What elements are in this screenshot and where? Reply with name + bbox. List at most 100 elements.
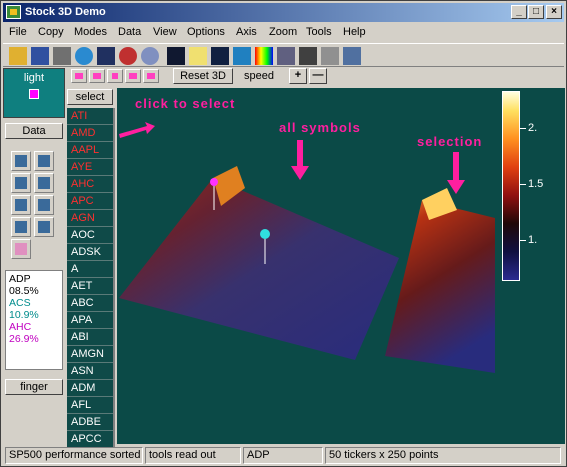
view-mode-1-icon[interactable] [11, 151, 31, 171]
finger-button[interactable]: finger [5, 379, 63, 395]
3d-view[interactable]: click to select all symbols selection 2.… [117, 88, 565, 444]
open-icon[interactable] [9, 47, 27, 65]
selection-surface[interactable] [385, 200, 495, 373]
symbol-list-item[interactable]: ASN [67, 363, 113, 380]
last-frame-icon[interactable] [143, 69, 159, 83]
data-button[interactable]: Data [5, 123, 63, 139]
menu-options[interactable]: Options [187, 26, 225, 38]
arrow-all-symbols [291, 140, 309, 180]
symbol-list-item[interactable]: AAPL [67, 142, 113, 159]
status-size: 50 tickers x 250 points [325, 447, 561, 464]
table-icon[interactable] [343, 47, 361, 65]
first-frame-icon[interactable] [71, 69, 87, 83]
view-mode-7-icon[interactable] [11, 217, 31, 237]
light-panel[interactable]: light [3, 68, 65, 118]
maximize-button[interactable]: □ [528, 5, 544, 19]
menu-copy[interactable]: Copy [38, 26, 64, 38]
menu-view[interactable]: View [153, 26, 177, 38]
save-icon[interactable] [31, 47, 49, 65]
cyan-marker[interactable] [260, 229, 270, 239]
palette-icon[interactable] [233, 47, 251, 65]
close-button[interactable]: × [546, 5, 562, 19]
symbol-list-item[interactable]: AGN [67, 210, 113, 227]
eraser-icon[interactable] [11, 239, 31, 259]
menu-axis[interactable]: Axis [236, 26, 257, 38]
view-mode-8-icon[interactable] [34, 217, 54, 237]
menu-help[interactable]: Help [343, 26, 366, 38]
symbol-list-item[interactable]: ATI [67, 108, 113, 125]
speed-label: speed [244, 70, 274, 82]
camera-icon[interactable] [97, 47, 115, 65]
symbol-list-item[interactable]: APC [67, 193, 113, 210]
minimize-button[interactable]: _ [511, 5, 527, 19]
symbol-list-item[interactable]: ADM [67, 380, 113, 397]
globe-icon[interactable] [75, 47, 93, 65]
color-icon[interactable] [211, 47, 229, 65]
symbol-panel: select ATI AMD AAPL AYE AHC APC AGN AOC ADSK A AET… [67, 89, 115, 447]
play-icon[interactable] [125, 69, 141, 83]
readout-symbol-2: ACS [9, 297, 31, 309]
symbol-list-item[interactable]: AYE [67, 159, 113, 176]
light-label: light [23, 72, 45, 84]
step-back-icon[interactable] [89, 69, 105, 83]
view-mode-5-icon[interactable] [11, 195, 31, 215]
menu-data[interactable]: Data [118, 26, 141, 38]
reset-3d-button[interactable]: Reset 3D [173, 68, 233, 84]
menu-zoom[interactable]: Zoom [269, 26, 297, 38]
tools-grid [7, 151, 63, 261]
zoom-out-icon[interactable] [141, 47, 159, 65]
light-color-swatch[interactable] [29, 89, 39, 99]
view-mode-6-icon[interactable] [34, 195, 54, 215]
print-icon[interactable] [53, 47, 71, 65]
view-mode-2-icon[interactable] [34, 151, 54, 171]
stop-icon[interactable] [107, 69, 123, 83]
view-mode-3-icon[interactable] [11, 173, 31, 193]
symbol-list: ATI AMD AAPL AYE AHC APC AGN AOC ADSK A AET ABC APA A… [67, 108, 113, 447]
symbol-list-item[interactable]: AET [67, 278, 113, 295]
magenta-marker[interactable] [210, 178, 218, 186]
shading-icon[interactable] [277, 47, 295, 65]
symbol-list-item[interactable]: AMD [67, 125, 113, 142]
menu-bar: File Copy Modes Data View Options Axis Z… [3, 23, 564, 42]
symbol-list-item[interactable]: APA [67, 312, 113, 329]
symbol-list-item[interactable]: APCC [67, 431, 113, 447]
text-icon[interactable] [299, 47, 317, 65]
readout-symbol-1: ADP [9, 273, 31, 285]
speed-minus-button[interactable]: — [309, 68, 327, 84]
rainbow-icon[interactable] [255, 47, 273, 65]
symbol-list-item[interactable]: ABI [67, 329, 113, 346]
symbol-list-item[interactable]: A [67, 261, 113, 278]
symbol-list-scrollbar[interactable] [113, 108, 115, 447]
spotlight-icon[interactable] [189, 47, 207, 65]
symbol-list-item[interactable]: AHC [67, 176, 113, 193]
menu-tools[interactable]: Tools [306, 26, 332, 38]
readout-value-1: 08.5% [9, 285, 39, 297]
cursor-icon[interactable] [321, 47, 339, 65]
window-title: Stock 3D Demo [25, 6, 106, 18]
colorbar-tick-mark [520, 184, 526, 185]
speed-plus-button[interactable]: + [289, 68, 307, 84]
symbol-list-item[interactable]: ADBE [67, 414, 113, 431]
title-bar: Stock 3D Demo _ □ × [3, 3, 564, 22]
select-button[interactable]: select [67, 89, 113, 105]
symbol-list-item[interactable]: ABC [67, 295, 113, 312]
playback-bar: Reset 3D speed + — [67, 68, 337, 86]
zoom-in-icon[interactable] [119, 47, 137, 65]
colorbar-tick-mark [520, 240, 526, 241]
readout-value-2: 10.9% [9, 309, 39, 321]
readout-symbol-3: AHC [9, 321, 32, 333]
light-icon[interactable] [167, 47, 185, 65]
status-dataset: SP500 performance sorted [5, 447, 143, 464]
view-mode-4-icon[interactable] [34, 173, 54, 193]
symbol-list-item[interactable]: AFL [67, 397, 113, 414]
symbol-list-item[interactable]: ADSK [67, 244, 113, 261]
symbol-list-item[interactable]: AOC [67, 227, 113, 244]
status-symbol: ADP [243, 447, 323, 464]
surface-plot[interactable] [117, 88, 565, 444]
annotation-all-symbols: all symbols [279, 120, 361, 135]
status-bar: SP500 performance sorted tools read out … [3, 446, 564, 465]
all-symbols-surface[interactable] [119, 178, 399, 360]
symbol-list-item[interactable]: AMGN [67, 346, 113, 363]
menu-modes[interactable]: Modes [74, 26, 107, 38]
menu-file[interactable]: File [9, 26, 27, 38]
